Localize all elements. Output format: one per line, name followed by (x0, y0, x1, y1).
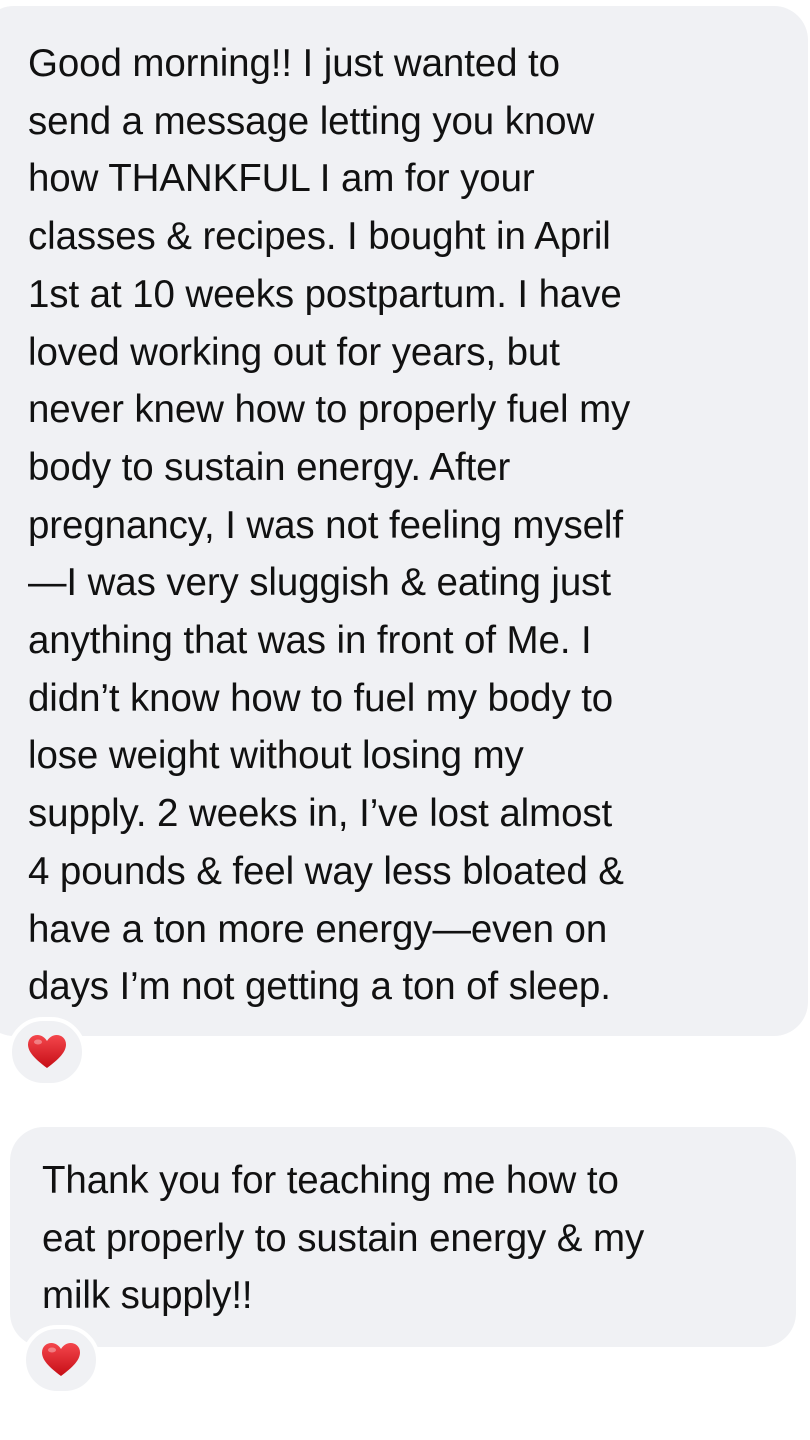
message-bubble[interactable]: Good morning!! I just wanted to send a m… (0, 6, 808, 1036)
message-text: Thank you for teaching me how to eat pro… (42, 1152, 776, 1325)
message-line: body to sustain energy. After (28, 445, 511, 489)
message-line: 1st at 10 weeks postpartum. I have (28, 272, 622, 316)
message-line: milk supply!! (42, 1274, 253, 1318)
message-line: anything that was in front of Me. I (28, 619, 592, 663)
message-line: Good morning!! I just wanted to (28, 42, 560, 85)
message-line: classes & recipes. I bought in April (28, 215, 611, 259)
message-line: how THANKFUL I am for your (28, 157, 535, 201)
message-line: didn’t know how to fuel my body to (28, 676, 614, 720)
message-line: lose weight without losing my (28, 734, 524, 778)
message-line: have a ton more energy—even on (28, 907, 608, 951)
message-line: supply. 2 weeks in, I’ve lost almost (28, 792, 613, 836)
message-line: Thank you for teaching me how to (42, 1159, 619, 1202)
message-line: eat properly to sustain energy & my (42, 1216, 645, 1260)
message-bubble[interactable]: Thank you for teaching me how to eat pro… (10, 1127, 796, 1347)
message-line: loved working out for years, but (28, 330, 560, 374)
heart-reaction[interactable] (22, 1325, 100, 1395)
heart-reaction[interactable] (8, 1017, 86, 1087)
message-line: pregnancy, I was not feeling myself (28, 503, 623, 547)
message-line: 4 pounds & feel way less bloated & (28, 849, 624, 893)
message-line: send a message letting you know (28, 99, 595, 143)
message-text: Good morning!! I just wanted to send a m… (28, 35, 788, 1016)
message-line: days I’m not getting a ton of sleep. (28, 965, 611, 1009)
message-line: never knew how to properly fuel my (28, 388, 631, 432)
red-heart-icon (28, 1035, 66, 1068)
red-heart-icon (42, 1343, 80, 1376)
message-line: —I was very sluggish & eating just (28, 561, 611, 605)
